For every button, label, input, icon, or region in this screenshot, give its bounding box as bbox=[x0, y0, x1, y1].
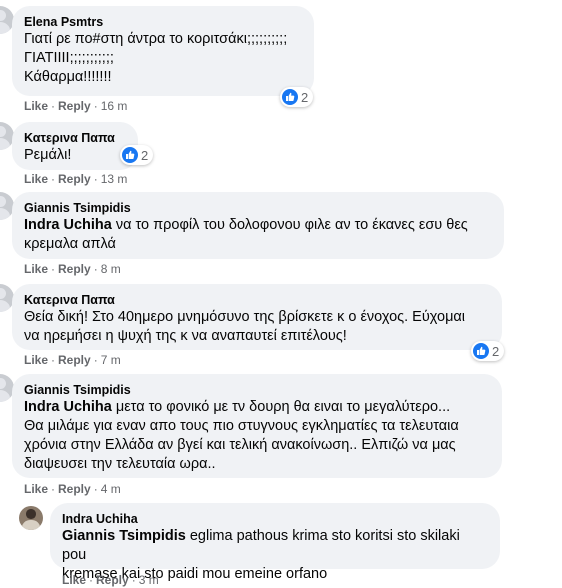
like-button[interactable]: Like bbox=[62, 573, 86, 587]
reply-button[interactable]: Reply bbox=[96, 573, 129, 587]
comment-line: Indra Uchiha να το προφίλ του δολοφονου … bbox=[24, 216, 492, 235]
comment-actions: Like · Reply · 13 m bbox=[24, 172, 128, 186]
comment-line: Θεία δική! Στο 40ημερο μνημόσυνο της βρί… bbox=[24, 309, 466, 325]
timestamp[interactable]: 3 m bbox=[139, 573, 159, 587]
timestamp[interactable]: 16 m bbox=[101, 99, 128, 113]
comment-line: Γιατί ρε πο#στη άντρα το κοριτσάκι;;;;;;… bbox=[24, 31, 288, 47]
comment-actions: Like · Reply · 7 m bbox=[24, 353, 121, 367]
comment-bubble: Indra Uchiha Giannis Tsimpidis eglima pa… bbox=[50, 503, 500, 582]
comment-author[interactable]: Giannis Tsimpidis bbox=[24, 382, 490, 398]
comment-line: Ρεμάλι! bbox=[24, 147, 72, 163]
comment-bubble: Giannis Tsimpidis Indra Uchiha να το προ… bbox=[12, 192, 504, 259]
comment-author[interactable]: Κατερινα Παπα bbox=[24, 130, 126, 146]
comment-actions: Like · Reply · 4 m bbox=[24, 482, 121, 496]
mention-link[interactable]: Indra Uchiha bbox=[24, 399, 112, 415]
reaction-count[interactable]: 2 bbox=[471, 341, 505, 361]
like-button[interactable]: Like bbox=[24, 482, 48, 496]
comment-line-text: να το προφίλ του δολοφονου φιλε αν το έκ… bbox=[111, 217, 468, 233]
like-button[interactable]: Like bbox=[24, 172, 48, 186]
mention-link[interactable]: Indra Uchiha bbox=[24, 217, 112, 233]
thumbs-up-icon bbox=[282, 89, 298, 105]
reaction-count[interactable]: 2 bbox=[280, 87, 314, 107]
comment-line: Κάθαρμα!!!!!!! bbox=[24, 69, 112, 85]
reply-button[interactable]: Reply bbox=[58, 353, 91, 367]
mention-link[interactable]: Giannis Tsimpidis bbox=[62, 528, 186, 544]
comment-author[interactable]: Giannis Tsimpidis bbox=[24, 200, 492, 216]
comment-line-text: μετα το φονικό με τν δουρη θα ειναι το μ… bbox=[111, 399, 451, 415]
reaction-number: 2 bbox=[492, 343, 500, 359]
comment-line: κρεμαλα απλά bbox=[24, 236, 116, 252]
reaction-number: 2 bbox=[301, 89, 309, 105]
reply-button[interactable]: Reply bbox=[58, 172, 91, 186]
comment-line: διαψευσει την τελευταία ωρα.. bbox=[24, 456, 216, 472]
comment-line: ΓΙΑΤΙΙΙΙ;;;;;;;;;;; bbox=[24, 50, 114, 66]
comment-actions: Like · Reply · 8 m bbox=[24, 262, 121, 276]
comment-bubble: Elena Psmtrs Γιατί ρε πο#στη άντρα το κο… bbox=[12, 6, 314, 96]
timestamp[interactable]: 8 m bbox=[101, 262, 121, 276]
comment-author[interactable]: Indra Uchiha bbox=[62, 511, 488, 527]
like-button[interactable]: Like bbox=[24, 262, 48, 276]
comment-line: Indra Uchiha μετα το φονικό με τν δουρη … bbox=[24, 398, 490, 417]
comment-bubble: Giannis Tsimpidis Indra Uchiha μετα το φ… bbox=[12, 374, 502, 478]
reaction-number: 2 bbox=[141, 147, 149, 163]
thumbs-up-icon bbox=[473, 343, 489, 359]
reaction-count[interactable]: 2 bbox=[120, 145, 154, 165]
comment-bubble: Κατερινα Παπα Θεία δική! Στο 40ημερο μνη… bbox=[12, 284, 502, 350]
comment-author[interactable]: Κατερινα Παπα bbox=[24, 292, 490, 308]
thumbs-up-icon bbox=[122, 147, 138, 163]
reply-button[interactable]: Reply bbox=[58, 262, 91, 276]
comment-line: Θα μιλάμε για εναν απο τους πιο στυγνους… bbox=[24, 418, 459, 434]
comment-actions: Like · Reply · 3 m bbox=[62, 573, 159, 587]
comment-line: να ηρεμήσει η ψυχή της κ να αναπαυτεί επ… bbox=[24, 328, 347, 344]
comment-line: Giannis Tsimpidis eglima pathous krima s… bbox=[62, 527, 488, 565]
reply-button[interactable]: Reply bbox=[58, 99, 91, 113]
like-button[interactable]: Like bbox=[24, 353, 48, 367]
comment-bubble: Κατερινα Παπα Ρεμάλι! bbox=[12, 122, 138, 170]
comment-author[interactable]: Elena Psmtrs bbox=[24, 14, 302, 30]
timestamp[interactable]: 13 m bbox=[101, 172, 128, 186]
timestamp[interactable]: 4 m bbox=[101, 482, 121, 496]
comment-actions: Like · Reply · 16 m bbox=[24, 99, 128, 113]
avatar[interactable] bbox=[19, 506, 43, 530]
timestamp[interactable]: 7 m bbox=[101, 353, 121, 367]
like-button[interactable]: Like bbox=[24, 99, 48, 113]
comment-line: χρόνια στην Ελλάδα αν βγεί και τελική αν… bbox=[24, 437, 456, 453]
reply-button[interactable]: Reply bbox=[58, 482, 91, 496]
